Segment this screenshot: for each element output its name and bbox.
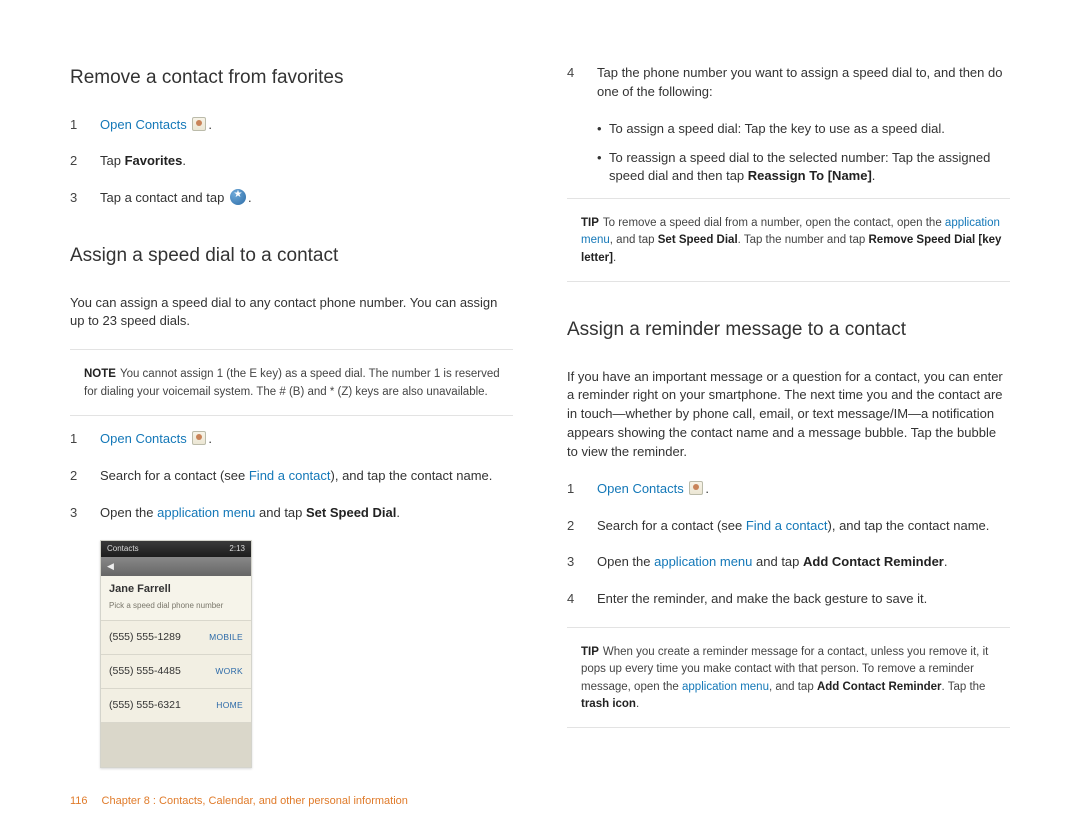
bullet-item: •To reassign a speed dial to the selecte… [567,149,1010,187]
divider [567,198,1010,199]
step: 1Open Contacts . [567,480,1010,499]
step-body: Enter the reminder, and make the back ge… [597,590,1010,609]
link[interactable]: Find a contact [746,518,828,533]
step-number: 2 [70,152,100,171]
tip-label: TIP [581,646,599,658]
step-body: Search for a contact (see Find a contact… [100,467,513,486]
tip-body: When you create a reminder message for a… [581,646,988,710]
step-number: 4 [567,590,597,609]
intro-reminder: If you have an important message or a qu… [567,368,1010,462]
tip-body: To remove a speed dial from a number, op… [581,217,1001,264]
shot-time: 2:13 [229,543,245,555]
link[interactable]: application menu [157,505,255,520]
link[interactable]: Find a contact [249,468,331,483]
tip-label: TIP [581,217,599,229]
heading-remove-favorite: Remove a contact from favorites [70,64,513,92]
link[interactable]: Contacts [135,431,186,446]
link[interactable]: Open [100,431,132,446]
step-body: Open Contacts . [597,480,1010,499]
step-number: 1 [70,430,100,449]
heading-assign-reminder: Assign a reminder message to a contact [567,316,1010,344]
step-body: Open the application menu and tap Set Sp… [100,504,513,523]
phone-type-tag: MOBILE [209,631,243,643]
step: 2Tap Favorites. [70,152,513,171]
step-body: Tap a contact and tap . [100,189,513,208]
step-body: Open the application menu and tap Add Co… [597,553,1010,572]
phone-number: (555) 555-1289 [109,630,181,645]
divider [567,727,1010,728]
right-column: 4 Tap the phone number you want to assig… [567,64,1010,768]
step: 3Open the application menu and tap Set S… [70,504,513,523]
contacts-icon [689,481,703,495]
divider [70,349,513,350]
shot-contact-name: Jane Farrell [109,582,243,598]
step: 2Search for a contact (see Find a contac… [567,517,1010,536]
step-number: 1 [70,116,100,135]
link[interactable]: Contacts [135,117,186,132]
intro-speed-dial: You can assign a speed dial to any conta… [70,294,513,332]
step-number: 3 [70,189,100,208]
divider [70,415,513,416]
contacts-icon [192,431,206,445]
phone-number-row: (555) 555-1289 MOBILE [101,621,251,655]
phone-number: (555) 555-4485 [109,664,181,679]
phone-number-row: (555) 555-6321 HOME [101,689,251,723]
step-body: Open Contacts . [100,116,513,135]
bullet-item: •To assign a speed dial: Tap the key to … [567,120,1010,139]
chapter-label: Chapter 8 : Contacts, Calendar, and othe… [102,794,408,810]
tip-box: TIPTo remove a speed dial from a number,… [567,213,1010,273]
step-number: 3 [567,553,597,572]
link[interactable]: application menu [682,681,769,693]
phone-number: (555) 555-6321 [109,698,181,713]
step-number: 1 [567,480,597,499]
note-label: NOTE [84,368,116,380]
divider [567,281,1010,282]
shot-hint: Pick a speed dial phone number [109,600,243,612]
left-column: Remove a contact from favorites 1Open Co… [70,64,513,768]
divider [567,627,1010,628]
step: 4 Tap the phone number you want to assig… [567,64,1010,102]
page-number: 116 [70,794,88,810]
bullet-icon: • [597,120,609,139]
step-number: 4 [567,64,597,102]
step-body: Search for a contact (see Find a contact… [597,517,1010,536]
phone-type-tag: WORK [215,665,243,677]
step-number: 3 [70,504,100,523]
link[interactable]: application menu [654,554,752,569]
note-text: You cannot assign 1 (the E key) as a spe… [84,368,500,397]
step: 1Open Contacts . [70,116,513,135]
phone-screenshot: Contacts 2:13 ◀ Jane Farrell Pick a spee… [100,540,252,768]
note-box: NOTEYou cannot assign 1 (the E key) as a… [70,364,513,407]
step-body: Tap the phone number you want to assign … [597,64,1010,102]
step-body: Open Contacts . [100,430,513,449]
step-number: 2 [70,467,100,486]
phone-type-tag: HOME [216,699,243,711]
shot-app-name: Contacts [107,543,139,555]
link[interactable]: Open [100,117,132,132]
link[interactable]: Contacts [632,481,683,496]
bullet-icon: • [597,149,609,187]
step: 4Enter the reminder, and make the back g… [567,590,1010,609]
step-body: Tap Favorites. [100,152,513,171]
heading-assign-speed-dial: Assign a speed dial to a contact [70,242,513,270]
star-icon [230,189,246,205]
phone-number-row: (555) 555-4485 WORK [101,655,251,689]
back-icon: ◀ [107,560,114,573]
link[interactable]: Open [597,481,629,496]
step-number: 2 [567,517,597,536]
step: 1Open Contacts . [70,430,513,449]
page-footer: 116 Chapter 8 : Contacts, Calendar, and … [70,794,408,810]
tip-box: TIPWhen you create a reminder message fo… [567,642,1010,719]
step: 3Tap a contact and tap . [70,189,513,208]
step: 3Open the application menu and tap Add C… [567,553,1010,572]
step: 2Search for a contact (see Find a contac… [70,467,513,486]
contacts-icon [192,117,206,131]
